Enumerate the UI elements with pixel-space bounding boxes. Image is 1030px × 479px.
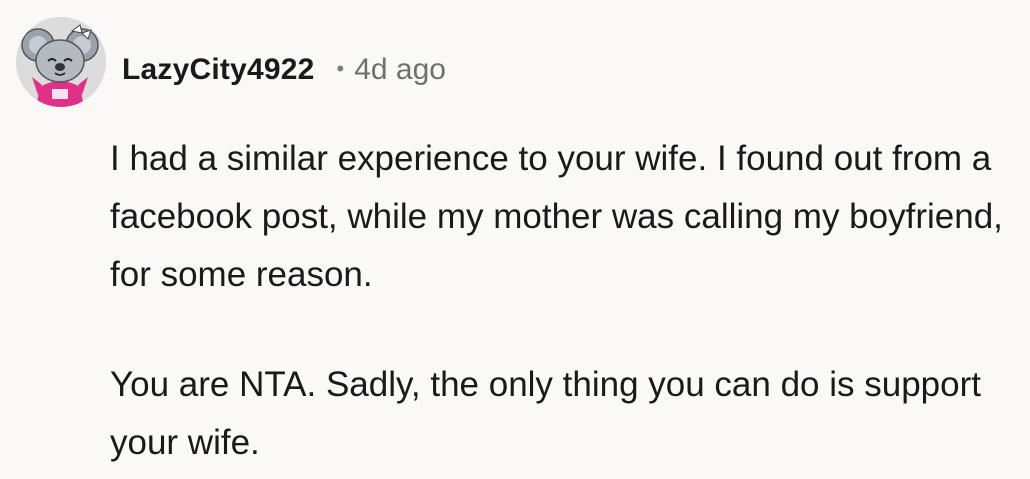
comment: LazyCity4922 • 4d ago I had a similar ex… <box>0 0 1030 479</box>
comment-header: LazyCity4922 • 4d ago <box>122 48 446 92</box>
separator-dot: • <box>336 56 345 81</box>
koala-avatar-icon[interactable] <box>16 17 106 107</box>
comment-paragraph: I had a similar experience to your wife.… <box>110 139 1003 294</box>
username[interactable]: LazyCity4922 <box>122 53 315 87</box>
timestamp[interactable]: 4d ago <box>354 53 446 87</box>
comment-paragraph: You are NTA. Sadly, the only thing you c… <box>110 365 981 462</box>
comment-body: I had a similar experience to your wife.… <box>110 130 1015 472</box>
